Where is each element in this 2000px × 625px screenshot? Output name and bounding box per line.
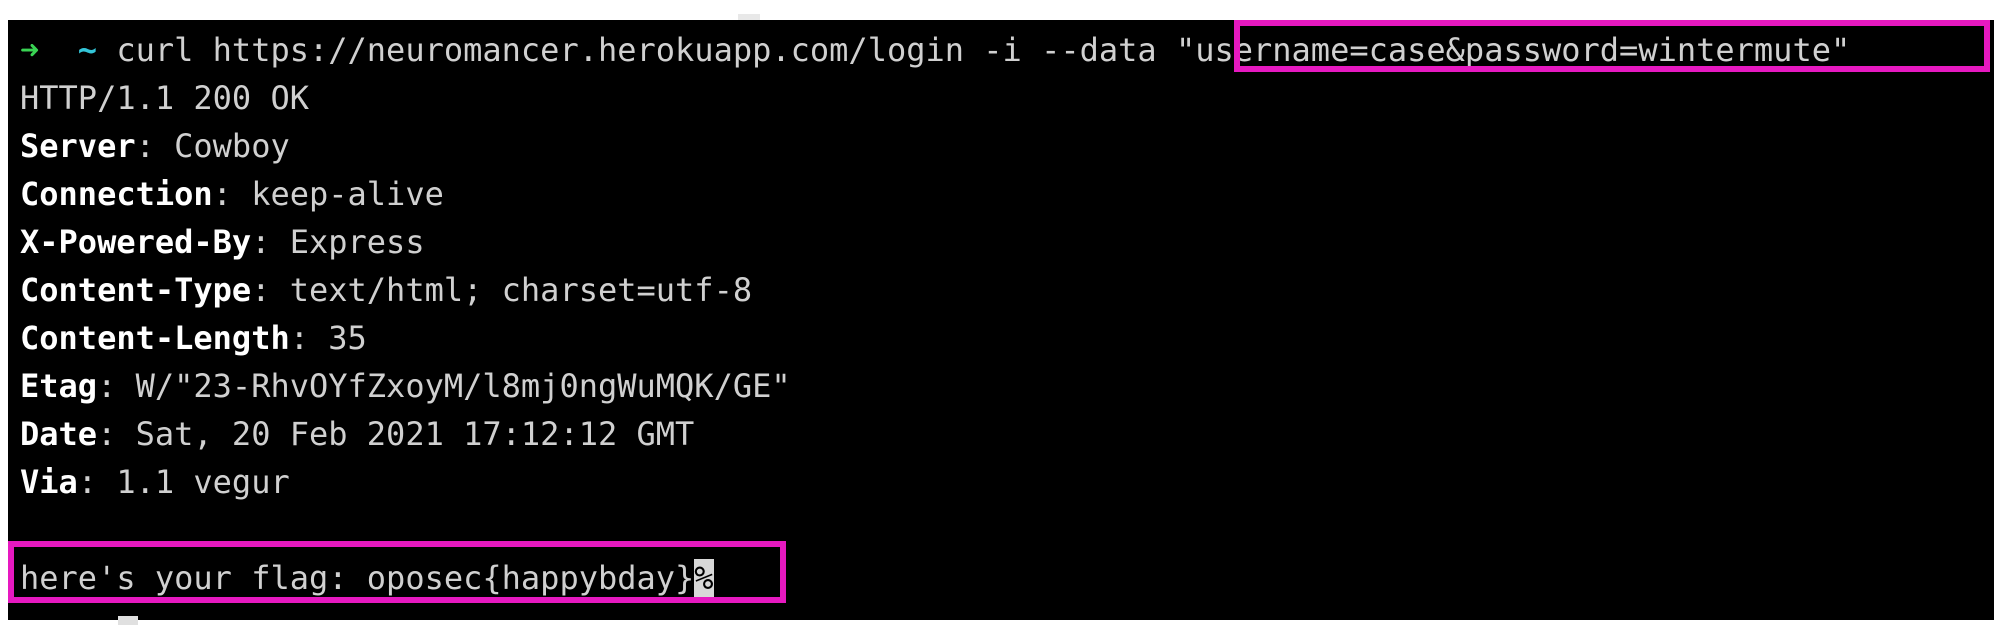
header-line: Via: 1.1 vegur bbox=[20, 463, 290, 501]
header-name: Content-Type bbox=[20, 271, 252, 309]
header-line: Content-Length: 35 bbox=[20, 319, 367, 357]
header-name: Etag bbox=[20, 367, 98, 405]
status-line: HTTP/1.1 200 OK bbox=[20, 79, 309, 117]
header-line: Connection: keep-alive bbox=[20, 175, 444, 213]
header-value: keep-alive bbox=[251, 175, 444, 213]
header-name: X-Powered-By bbox=[20, 223, 252, 261]
prompt-arrow-icon: ➜ bbox=[20, 31, 40, 69]
header-value: Cowboy bbox=[174, 127, 290, 165]
header-line: X-Powered-By: Express bbox=[20, 223, 425, 261]
header-value: text/html; charset=utf-8 bbox=[289, 271, 753, 309]
terminal-window[interactable]: ➜ ~ curl https://neuromancer.herokuapp.c… bbox=[8, 20, 1994, 620]
window-edge-marker bbox=[118, 616, 138, 625]
header-name: Content-Length bbox=[20, 319, 290, 357]
header-value: 1.1 vegur bbox=[116, 463, 290, 501]
prompt-directory: ~ bbox=[77, 31, 98, 69]
header-name: Via bbox=[20, 463, 78, 501]
header-name: Date bbox=[20, 415, 98, 453]
header-name: Server bbox=[20, 127, 136, 165]
header-value: Express bbox=[289, 223, 425, 261]
header-line: Date: Sat, 20 Feb 2021 17:12:12 GMT bbox=[20, 415, 695, 453]
header-line: Etag: W/"23-RhvOYfZxoyM/l8mj0ngWuMQK/GE" bbox=[20, 367, 791, 405]
data-argument-highlight bbox=[1234, 20, 1990, 72]
header-value: 35 bbox=[328, 319, 367, 357]
header-line: Content-Type: text/html; charset=utf-8 bbox=[20, 271, 753, 309]
flag-highlight bbox=[8, 541, 786, 603]
header-name: Connection bbox=[20, 175, 213, 213]
header-value: W/"23-RhvOYfZxoyM/l8mj0ngWuMQK/GE" bbox=[135, 367, 791, 405]
curl-command: curl https://neuromancer.herokuapp.com/l… bbox=[116, 31, 1176, 69]
header-value: Sat, 20 Feb 2021 17:12:12 GMT bbox=[135, 415, 695, 453]
header-line: Server: Cowboy bbox=[20, 127, 290, 165]
